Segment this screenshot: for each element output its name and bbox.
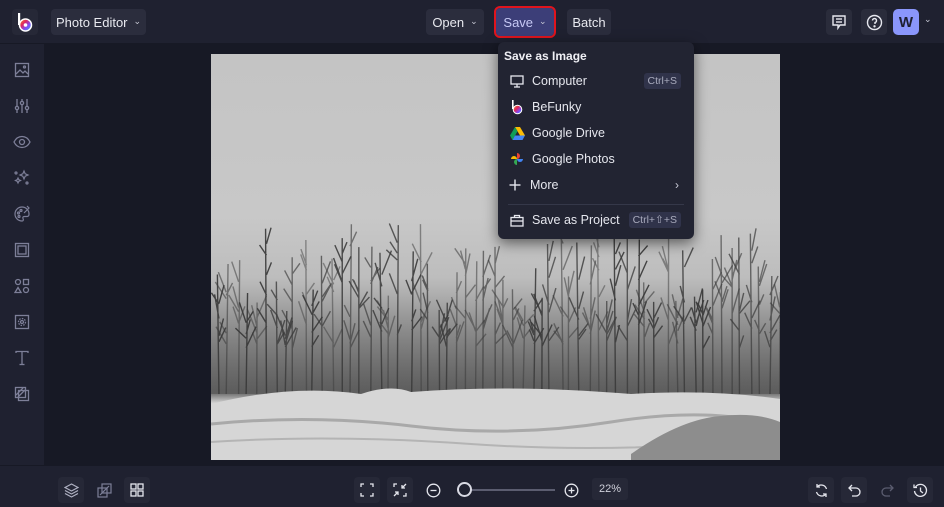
befunky-icon [509, 99, 525, 115]
sidebar-item-touch-up[interactable] [12, 132, 32, 152]
plus-icon [507, 177, 523, 193]
zoom-in-icon [564, 483, 578, 497]
frame-icon [14, 242, 30, 258]
app-menu-label: Photo Editor [55, 14, 128, 30]
chevron-down-icon: ⌄ [133, 15, 142, 26]
grid-view-button[interactable] [124, 477, 150, 503]
redo-button[interactable] [874, 477, 900, 503]
menu-item-label: More [530, 178, 559, 192]
batch-label: Batch [572, 14, 606, 30]
texture-icon [14, 386, 30, 402]
layers-button[interactable] [58, 477, 84, 503]
chevron-down-icon: ⌄ [470, 15, 478, 26]
shapes-icon [14, 278, 30, 294]
sparkle-icon [14, 169, 30, 185]
feedback-button[interactable] [826, 9, 852, 35]
user-avatar[interactable]: W [893, 9, 919, 35]
feedback-icon [832, 15, 846, 30]
sidebar-item-edit[interactable] [12, 96, 32, 116]
sidebar-item-artsy[interactable] [12, 204, 32, 224]
chevron-down-icon: ⌄ [539, 15, 547, 26]
bottom-bar [0, 465, 944, 507]
befunky-logo-icon[interactable] [12, 9, 38, 35]
palette-icon [14, 205, 30, 222]
app-menu-button[interactable]: Photo Editor ⌄ [51, 9, 146, 35]
fit-screen-icon [360, 483, 374, 497]
menu-item-label: Google Drive [532, 126, 605, 140]
fit-to-screen-button[interactable] [354, 477, 380, 503]
menu-divider [508, 204, 684, 205]
actual-size-icon [393, 483, 407, 497]
sidebar-item-image-manager[interactable] [12, 60, 32, 80]
compare-button[interactable] [91, 477, 117, 503]
chevron-down-icon[interactable]: ⌄ [924, 14, 932, 25]
sidebar-item-textures[interactable] [12, 384, 32, 404]
batch-button[interactable]: Batch [567, 9, 611, 35]
keyboard-shortcut: Ctrl+S [643, 73, 681, 89]
winter-trees-photo [211, 221, 780, 460]
menu-item-befunky[interactable]: BeFunky [498, 94, 694, 120]
menu-item-label: Google Photos [532, 152, 615, 166]
actual-size-button[interactable] [387, 477, 413, 503]
compare-icon [96, 482, 112, 498]
history-button[interactable] [907, 477, 933, 503]
help-button[interactable] [861, 9, 887, 35]
photo-canvas[interactable] [211, 54, 780, 460]
briefcase-icon [509, 212, 525, 228]
menu-item-google-photos[interactable]: Google Photos [498, 146, 694, 172]
sidebar-item-frames[interactable] [12, 240, 32, 260]
save-button[interactable]: Save ⌄ [494, 6, 556, 38]
google-drive-icon [509, 125, 525, 141]
keyboard-shortcut: Ctrl+⇧+S [628, 212, 681, 228]
sidebar [0, 44, 45, 465]
open-label: Open [432, 14, 465, 30]
undo-button[interactable] [841, 477, 867, 503]
reset-icon [815, 483, 827, 497]
top-bar: Photo Editor ⌄ Open ⌄ Save ⌄ Batch W ⌄ [0, 0, 944, 44]
menu-item-label: Save as Project [532, 213, 620, 227]
sidebar-item-effects[interactable] [12, 168, 32, 188]
eye-icon [13, 135, 31, 149]
zoom-slider-track[interactable] [460, 489, 555, 491]
save-label: Save [503, 14, 534, 30]
sliders-icon [14, 99, 30, 113]
menu-item-label: BeFunky [532, 100, 582, 114]
chevron-right-icon: › [675, 178, 679, 192]
help-icon [866, 14, 882, 30]
sidebar-item-overlays[interactable] [12, 312, 32, 332]
monitor-icon [509, 73, 525, 89]
save-dropdown-menu: Save as Image Computer Ctrl+S BeFunky Go… [498, 42, 694, 239]
text-icon [15, 350, 29, 366]
zoom-out-button[interactable] [420, 477, 446, 503]
image-icon [14, 62, 30, 78]
sidebar-item-text[interactable] [12, 348, 32, 368]
layers-icon [63, 482, 79, 498]
undo-icon [847, 484, 861, 497]
menu-item-label: Computer [532, 74, 587, 88]
zoom-in-button[interactable] [558, 477, 584, 503]
history-icon [912, 483, 927, 497]
google-photos-icon [509, 151, 525, 167]
reset-button[interactable] [808, 477, 834, 503]
menu-item-save-as-project[interactable]: Save as Project Ctrl+⇧+S [498, 207, 694, 233]
overlay-icon [14, 314, 30, 330]
save-as-image-heading: Save as Image [504, 49, 587, 63]
zoom-out-icon [426, 483, 440, 497]
sidebar-item-graphics[interactable] [12, 276, 32, 296]
menu-item-computer[interactable]: Computer Ctrl+S [498, 68, 694, 94]
menu-item-more[interactable]: More › [498, 172, 694, 198]
grid-icon [130, 483, 144, 497]
open-button[interactable]: Open ⌄ [426, 9, 484, 35]
redo-icon [880, 484, 894, 497]
zoom-percentage[interactable]: 22% [592, 478, 628, 500]
menu-item-google-drive[interactable]: Google Drive [498, 120, 694, 146]
